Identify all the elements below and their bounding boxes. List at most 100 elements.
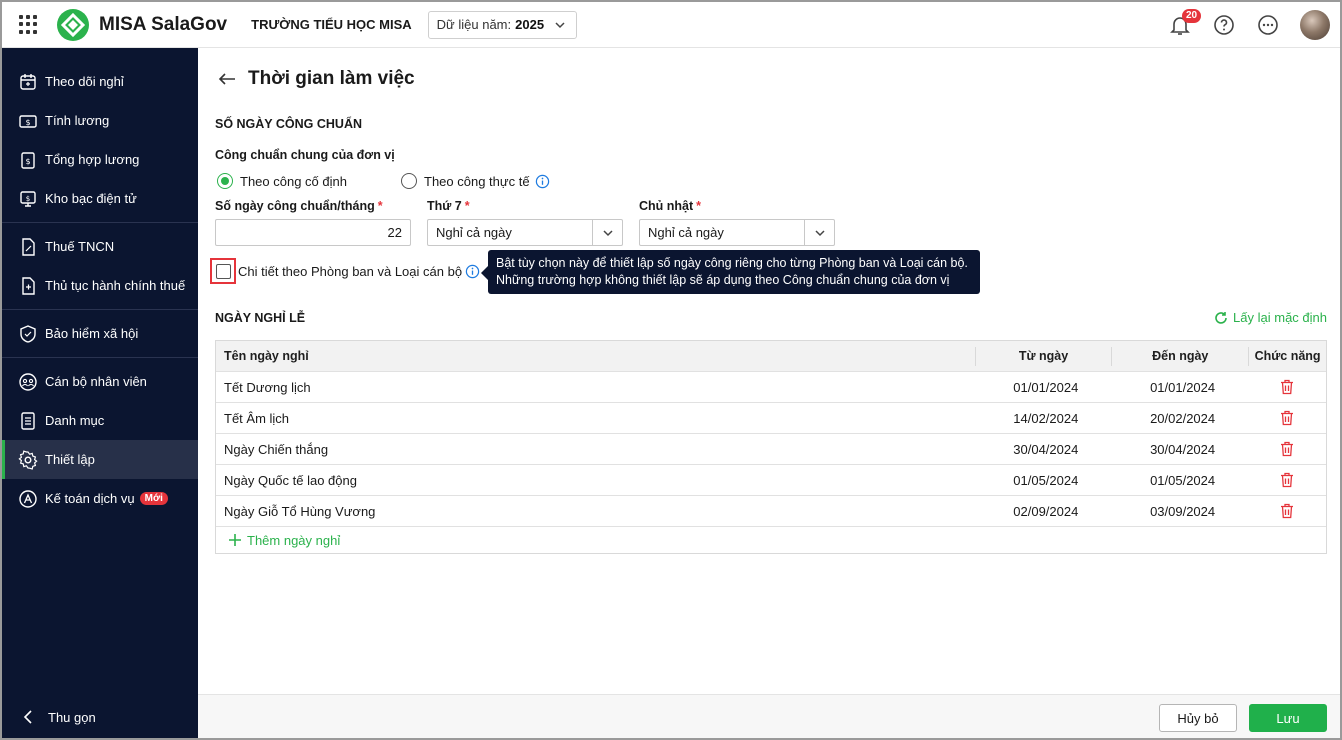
sidebar-item-label: Thủ tục hành chính thuế (45, 278, 186, 293)
avatar[interactable] (1300, 10, 1330, 40)
cell-from: 14/02/2024 (1013, 410, 1079, 426)
sidebar-item-label: Thiết lập (45, 452, 95, 467)
back-arrow-icon[interactable] (218, 72, 236, 86)
top-bar: MISA SalaGov TRƯỜNG TIỂU HỌC MISA Dữ liệ… (2, 2, 1340, 48)
sidebar-item-ke-toan[interactable]: Kế toán dịch vụ Mới (2, 479, 198, 518)
sidebar-item-thiet-lap[interactable]: Thiết lập (2, 440, 198, 479)
saturday-dropdown-toggle[interactable] (592, 220, 622, 245)
cell-to: 20/02/2024 (1150, 410, 1216, 426)
year-value: 2025 (515, 17, 545, 32)
radio-fixed-indicator (217, 173, 233, 189)
required-mark: * (696, 199, 702, 213)
more-icon[interactable] (1256, 13, 1280, 37)
cell-to: 01/05/2024 (1150, 472, 1216, 488)
section-title-standard: SỐ NGÀY CÔNG CHUẨN (215, 117, 363, 131)
delete-button[interactable] (1248, 410, 1326, 426)
delete-button[interactable] (1248, 472, 1326, 488)
sunday-label-text: Chủ nhật (639, 199, 694, 213)
tooltip-line-1: Bật tùy chọn này để thiết lập số ngày cô… (496, 256, 968, 270)
org-name: TRƯỜNG TIỂU HỌC MISA (251, 17, 412, 32)
plus-icon (229, 534, 241, 546)
sidebar-item-label: Thuế TNCN (45, 239, 115, 254)
chevron-down-icon (602, 229, 613, 236)
radio-actual[interactable]: Theo công thực tế (401, 173, 530, 189)
year-label: Dữ liệu năm: (436, 17, 512, 32)
help-icon[interactable] (1212, 13, 1236, 37)
sunday-select[interactable]: Nghỉ cả ngày (639, 219, 835, 246)
cell-name: Ngày Quốc tế lao động (224, 472, 357, 488)
info-icon[interactable] (465, 264, 480, 279)
days-input[interactable] (215, 219, 411, 246)
svg-text:$: $ (25, 118, 30, 127)
sunday-value: Nghỉ cả ngày (648, 225, 724, 240)
cell-from: 02/09/2024 (1013, 503, 1079, 519)
notification-button[interactable]: 20 (1168, 9, 1202, 37)
sidebar-item-thu-tuc[interactable]: Thủ tục hành chính thuế (2, 266, 198, 305)
staff-icon (19, 372, 37, 391)
apps-grid-icon[interactable] (19, 14, 39, 35)
page-title: Thời gian làm việc (248, 68, 415, 89)
cell-to: 01/01/2024 (1150, 379, 1216, 395)
sunday-label: Chủ nhật * (639, 199, 701, 213)
reset-default-label: Lấy lại mặc định (1233, 310, 1327, 325)
tooltip-line-2: Những trường hợp không thiết lập sẽ áp d… (496, 273, 950, 287)
cancel-button[interactable]: Hủy bỏ (1159, 704, 1237, 732)
chevron-down-icon (555, 21, 565, 28)
page-header: Thời gian làm việc (218, 68, 415, 90)
sidebar-item-tong-hop-luong[interactable]: $ Tổng hợp lương (2, 140, 198, 179)
table-row[interactable]: Ngày Quốc tế lao động 01/05/2024 01/05/2… (216, 465, 1326, 496)
trash-icon (1281, 410, 1294, 426)
cell-from: 01/01/2024 (1013, 379, 1079, 395)
notification-badge: 20 (1182, 9, 1202, 23)
chevron-down-icon (814, 229, 825, 236)
saturday-label: Thứ 7 * (427, 199, 470, 213)
chevron-left-icon (23, 710, 32, 724)
collapse-label: Thu gọn (48, 709, 96, 725)
tax-icon (22, 237, 35, 256)
sidebar-item-danh-muc[interactable]: Danh mục (2, 401, 198, 440)
save-button[interactable]: Lưu (1249, 704, 1327, 732)
sidebar: Theo dõi nghỉ $ Tính lương $ Tổng hợp lư… (2, 48, 198, 738)
sidebar-divider (2, 309, 198, 310)
saturday-select[interactable]: Nghỉ cả ngày (427, 219, 623, 246)
required-mark: * (464, 199, 470, 213)
cell-from: 01/05/2024 (1013, 472, 1079, 488)
delete-button[interactable] (1248, 503, 1326, 519)
add-holiday-button[interactable]: Thêm ngày nghỉ (216, 527, 1326, 553)
table-row[interactable]: Tết Dương lịch 01/01/2024 01/01/2024 (216, 372, 1326, 403)
header-name: Tên ngày nghỉ (224, 349, 309, 363)
info-icon[interactable] (535, 174, 550, 189)
table-row[interactable]: Tết Âm lịch 14/02/2024 20/02/2024 (216, 403, 1326, 434)
delete-button[interactable] (1248, 441, 1326, 457)
sidebar-item-theo-doi-nghi[interactable]: Theo dõi nghỉ (2, 62, 198, 101)
cell-name: Tết Âm lịch (224, 410, 290, 426)
sidebar-item-can-bo[interactable]: Cán bộ nhân viên (2, 362, 198, 401)
sidebar-item-tinh-luong[interactable]: $ Tính lương (2, 101, 198, 140)
table-row[interactable]: Ngày Chiến thắng 30/04/2024 30/04/2024 (216, 434, 1326, 465)
detail-checkbox[interactable] (215, 263, 231, 279)
section-title-holidays: NGÀY NGHỈ LỄ (215, 311, 306, 325)
app-window: MISA SalaGov TRƯỜNG TIỂU HỌC MISA Dữ liệ… (0, 0, 1342, 740)
list-icon (21, 411, 35, 430)
reset-default-link[interactable]: Lấy lại mặc định (1214, 310, 1327, 325)
radio-fixed[interactable]: Theo công cố định (217, 173, 347, 189)
collapse-sidebar-button[interactable]: Thu gọn (2, 694, 198, 738)
radio-actual-indicator (401, 173, 417, 189)
year-select[interactable]: Dữ liệu năm: 2025 (427, 10, 578, 39)
table-header: Tên ngày nghỉ Từ ngày Đến ngày Chức năng (216, 341, 1326, 372)
sidebar-item-label: Bảo hiểm xã hội (45, 326, 139, 341)
sidebar-item-label: Tổng hợp lương (45, 152, 140, 167)
cell-to: 30/04/2024 (1150, 441, 1216, 457)
detail-checkbox-label[interactable]: Chi tiết theo Phòng ban và Loại cán bộ (238, 264, 462, 279)
table-row[interactable]: Ngày Giỗ Tổ Hùng Vương 02/09/2024 03/09/… (216, 496, 1326, 527)
cell-to: 03/09/2024 (1150, 503, 1216, 519)
sunday-dropdown-toggle[interactable] (804, 220, 834, 245)
general-standard-label: Công chuẩn chung của đơn vị (215, 148, 395, 162)
delete-button[interactable] (1248, 379, 1326, 395)
radio-fixed-label: Theo công cố định (240, 173, 347, 189)
days-label: Số ngày công chuẩn/tháng * (215, 199, 383, 213)
days-label-text: Số ngày công chuẩn/tháng (215, 199, 375, 213)
sidebar-item-kho-bac[interactable]: $ Kho bạc điện tử (2, 179, 198, 218)
sidebar-item-thue-tncn[interactable]: Thuế TNCN (2, 227, 198, 266)
sidebar-item-bao-hiem[interactable]: Bảo hiểm xã hội (2, 314, 198, 353)
